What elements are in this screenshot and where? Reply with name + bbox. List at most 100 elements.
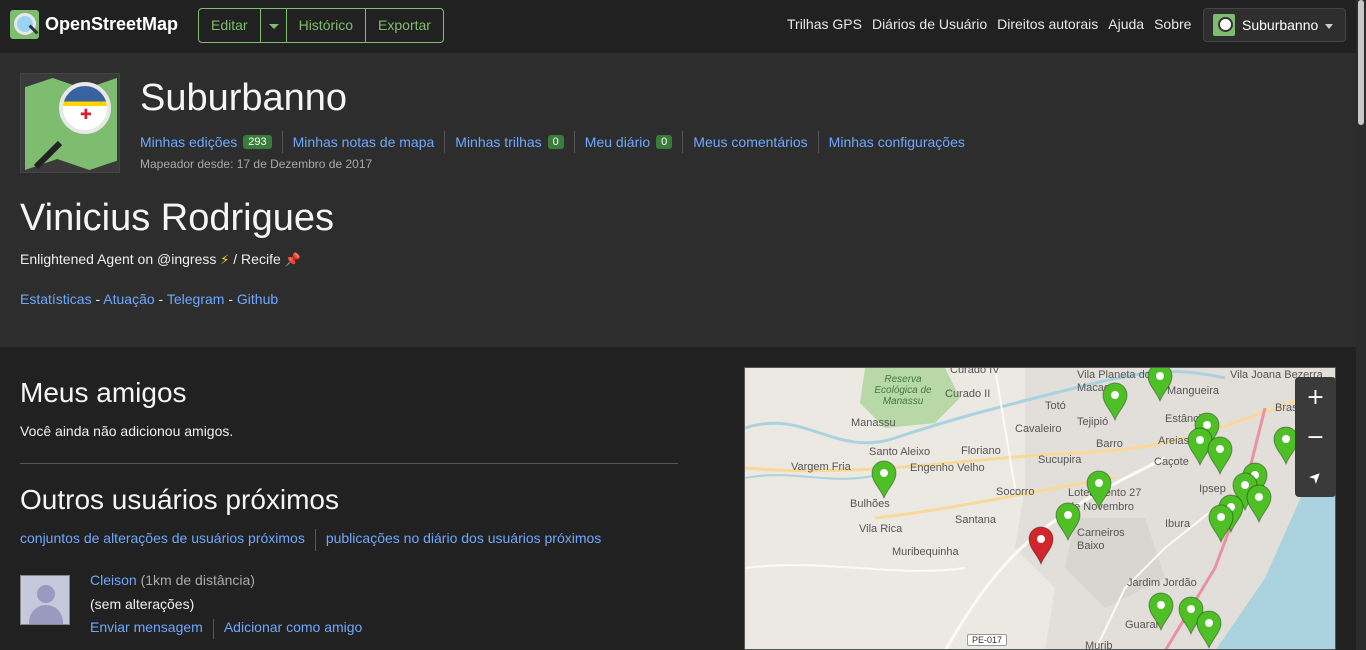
map-place-label: Ibura [1165,518,1191,530]
add-friend-link[interactable]: Adicionar como amigo [224,619,373,639]
bio-text-middle: / Recife [233,251,281,267]
map-place-label: Tejipió [1077,416,1109,428]
my-notes-link[interactable]: Minhas notas de mapa [293,134,435,150]
nearby-links: conjuntos de alterações de usuários próx… [20,529,621,551]
map-place-label: Vila Rica [859,523,903,535]
avatar[interactable] [20,575,70,625]
map-place-label: Caçote [1154,456,1189,468]
map-place-label: Carneiros Baixo [1077,527,1125,552]
nav-help[interactable]: Ajuda [1108,16,1144,32]
link-separator: - [228,291,234,307]
magnifier-flag-icon [59,82,111,134]
profile-link-diary: Meu diário 0 [585,131,684,153]
profile-link-traces: Minhas trilhas 0 [455,131,575,153]
map-place-label: Curado IV [950,367,1000,376]
no-friends-note: Você ainda não adicionou amigos. [20,423,234,439]
map-tiles [745,368,1335,649]
profile-link-settings: Minhas configurações [829,131,975,153]
profile-links: Minhas edições 293 Minhas notas de mapa … [140,131,985,153]
nearby-users-map[interactable]: Curado IV Vila Planeta dos Macacos Mangu… [744,367,1336,650]
map-place-label: Ipsep [1199,483,1226,495]
github-link[interactable]: Github [237,291,278,307]
nav-about[interactable]: Sobre [1154,16,1191,32]
friends-heading: Meus amigos [20,377,187,408]
profile-link-edits: Minhas edições 293 [140,131,283,153]
nearby-changesets-link[interactable]: conjuntos de alterações de usuários próx… [20,529,316,551]
export-button[interactable]: Exportar [366,9,443,42]
history-button[interactable]: Histórico [287,9,367,42]
scrollbar-thumb[interactable] [1358,0,1364,125]
map-place-label: Murib [1085,640,1113,650]
my-diary-link[interactable]: Meu diário [585,134,650,150]
external-links: Estatísticas - Atuação - Telegram - Gith… [20,291,278,307]
profile-bio: Enlightened Agent on @ingress ⚡ / Recife… [20,251,301,268]
top-navbar: OpenStreetMap Editar Histórico Exportar … [0,0,1356,53]
edit-dropdown-toggle[interactable] [261,9,287,42]
my-traces-link[interactable]: Minhas trilhas [455,134,541,150]
chevron-down-icon [1325,24,1333,29]
profile-link-comments: Meus comentários [693,131,819,153]
map-place-label: Totó [1045,400,1066,412]
osm-logo-icon [10,10,39,39]
map-place-label: Loteamento 27 de Novembro [1068,487,1142,513]
page-scrollbar[interactable] [1356,0,1366,650]
map-place-label: Engenho Velho [910,462,985,474]
brand-name: OpenStreetMap [45,14,179,34]
map-place-label: Floriano [961,445,1001,457]
user-silhouette-body [29,605,63,624]
map-reserve-label: Reserva Ecológica de Manassu [874,374,932,407]
map-place-label: Areias [1158,435,1190,447]
nearby-user-entry: Cleison (1km de distância) [90,572,255,588]
telegram-link[interactable]: Telegram [167,291,225,307]
map-place-label: Barro [1096,438,1123,450]
traces-count-badge: 0 [547,135,564,149]
nearby-diaries-link[interactable]: publicações no diário dos usuários próxi… [326,529,611,551]
map-place-label: Cavaleiro [1015,423,1062,435]
my-edits-link[interactable]: Minhas edições [140,134,237,150]
road-shield-label: PE-017 [967,634,1008,646]
bio-text-prefix: Enlightened Agent on @ingress [20,251,217,267]
map-place-label: Curado II [945,388,991,400]
user-menu-button[interactable]: Suburbanno [1203,8,1346,42]
map-place-label: Estância [1165,413,1208,425]
nearby-users-heading: Outros usuários próximos [20,484,340,515]
nav-copyright[interactable]: Direitos autorais [997,16,1098,32]
profile-username: Suburbanno [140,77,348,119]
lightning-icon: ⚡ [220,253,230,268]
my-comments-link[interactable]: Meus comentários [693,134,807,150]
map-place-label: Bulhões [850,498,890,510]
pushpin-icon: 📌 [284,253,301,268]
map-place-label: Guarar [1125,619,1160,631]
nav-gps-traces[interactable]: Trilhas GPS [787,16,862,32]
map-place-label: Socorro [996,486,1035,498]
activity-link[interactable]: Atuação [103,291,154,307]
map-place-label: Mangueira [1167,385,1219,397]
map-place-label: Muribequinha [892,546,959,558]
secondary-nav: Trilhas GPS Diários de Usuário Direitos … [777,16,1191,32]
nearby-user-name[interactable]: Cleison [90,572,137,588]
profile-link-notes: Minhas notas de mapa [293,131,446,153]
brand-logo-link[interactable]: OpenStreetMap [10,10,178,39]
link-separator: - [158,291,164,307]
send-message-link[interactable]: Enviar mensagem [90,619,214,639]
edit-button-group: Editar Histórico Exportar [198,8,444,43]
display-name: Vinicius Rodrigues [20,197,335,239]
nav-user-diaries[interactable]: Diários de Usuário [872,16,987,32]
mapper-since: Mapeador desde: 17 de Dezembro de 2017 [140,157,373,171]
user-avatar-small [1213,14,1235,36]
nearby-user-status: (sem alterações) [90,596,195,612]
nearby-user-distance: (1km de distância) [140,572,255,588]
map-place-label: Jardim Jordão [1127,577,1197,589]
edit-button[interactable]: Editar [199,9,261,42]
edits-count-badge: 293 [243,135,272,149]
zoom-in-button[interactable]: + [1295,377,1336,417]
link-separator: - [95,291,101,307]
map-place-label: Vila Planeta dos Macacos [1077,369,1157,394]
user-silhouette-icon [37,585,55,603]
map-controls: + − ➤ [1295,377,1336,497]
my-settings-link[interactable]: Minhas configurações [829,134,965,150]
map-place-label: Vargem Fria [791,461,851,473]
map-place-label: Manassu [851,417,896,429]
stats-link[interactable]: Estatísticas [20,291,92,307]
diary-count-badge: 0 [656,135,673,149]
